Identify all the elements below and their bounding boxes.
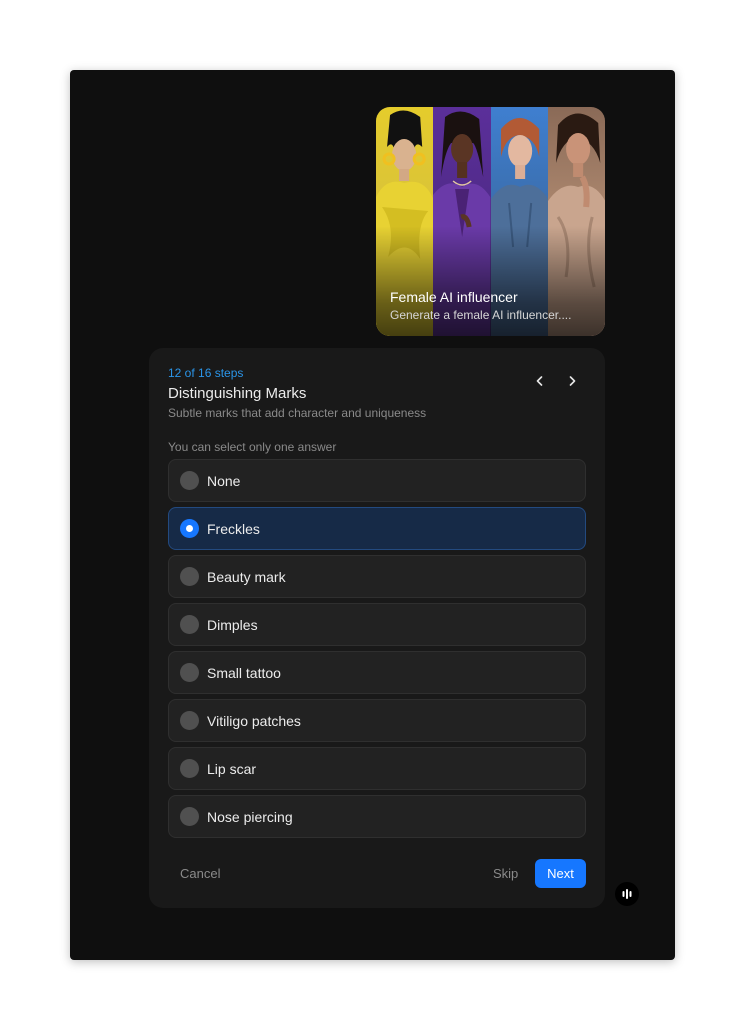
option-label: Beauty mark <box>207 568 286 585</box>
option-label: Vitiligo patches <box>207 712 301 729</box>
option-beauty-mark[interactable]: Beauty mark <box>168 555 586 598</box>
radio-button[interactable] <box>180 471 199 490</box>
chevron-left-icon <box>536 376 543 386</box>
next-button[interactable]: Next <box>535 859 586 888</box>
card-description: Generate a female AI influencer.... <box>390 308 572 322</box>
step-counter: 12 of 16 steps <box>168 366 244 380</box>
option-label: Small tattoo <box>207 664 281 681</box>
assistant-button[interactable] <box>615 882 639 906</box>
radio-button[interactable] <box>180 663 199 682</box>
card-title: Female AI influencer <box>390 289 518 305</box>
skip-button[interactable]: Skip <box>493 866 518 881</box>
option-dimples[interactable]: Dimples <box>168 603 586 646</box>
option-label: Dimples <box>207 616 258 633</box>
previous-question-button[interactable] <box>529 370 551 392</box>
answer-options: None Freckles Beauty mark Dimples Small … <box>168 459 586 843</box>
option-small-tattoo[interactable]: Small tattoo <box>168 651 586 694</box>
option-label: Nose piercing <box>207 808 293 825</box>
radio-button[interactable] <box>180 615 199 634</box>
influencer-template-card[interactable]: Female AI influencer Generate a female A… <box>376 107 605 336</box>
option-freckles[interactable]: Freckles <box>168 507 586 550</box>
selection-hint: You can select only one answer <box>168 440 337 454</box>
radio-button[interactable] <box>180 807 199 826</box>
option-label: Lip scar <box>207 760 257 777</box>
radio-button[interactable] <box>180 711 199 730</box>
chevron-right-icon <box>569 376 576 386</box>
option-nose-piercing[interactable]: Nose piercing <box>168 795 586 838</box>
radio-button[interactable] <box>180 567 199 586</box>
option-label: Freckles <box>207 520 260 537</box>
option-label: None <box>207 472 241 489</box>
question-title: Distinguishing Marks <box>168 385 307 402</box>
app-window: Female AI influencer Generate a female A… <box>70 70 675 960</box>
next-question-button[interactable] <box>561 370 583 392</box>
option-lip-scar[interactable]: Lip scar <box>168 747 586 790</box>
cancel-button[interactable]: Cancel <box>180 866 220 881</box>
audio-bars-icon <box>622 889 632 899</box>
radio-button-selected[interactable] <box>180 519 199 538</box>
question-subtitle: Subtle marks that add character and uniq… <box>168 406 427 420</box>
option-vitiligo-patches[interactable]: Vitiligo patches <box>168 699 586 742</box>
option-none[interactable]: None <box>168 459 586 502</box>
radio-button[interactable] <box>180 759 199 778</box>
question-panel: 12 of 16 steps Distinguishing Marks Subt… <box>149 348 605 908</box>
